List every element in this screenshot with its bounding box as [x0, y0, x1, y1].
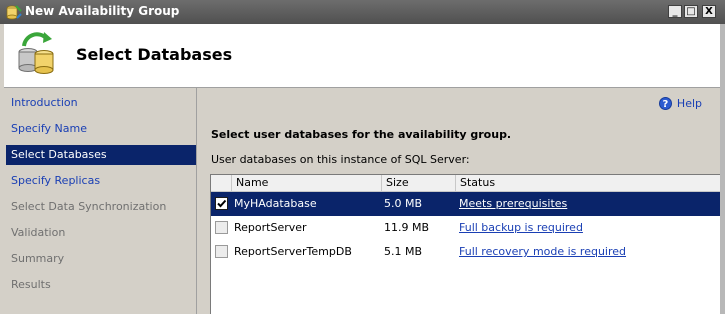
nav-item-introduction[interactable]: Introduction — [6, 93, 196, 113]
database-checkbox[interactable] — [215, 197, 228, 210]
database-status-link[interactable]: Full backup is required — [459, 216, 583, 240]
main-panel: ? Help Select user databases for the ava… — [198, 88, 724, 314]
database-size: 5.0 MB — [384, 197, 423, 210]
database-sync-icon — [18, 32, 54, 74]
column-header-status[interactable]: Status — [455, 175, 723, 191]
page-header: Select Databases — [4, 24, 720, 88]
close-button[interactable]: X — [702, 5, 716, 18]
instruction-text: Select user databases for the availabili… — [211, 128, 512, 141]
help-label: Help — [676, 96, 702, 110]
nav-item-results: Results — [11, 278, 51, 291]
database-name: ReportServerTempDB — [234, 245, 352, 258]
nav-item-specify-name[interactable]: Specify Name — [6, 119, 196, 139]
nav-item-specify-replicas[interactable]: Specify Replicas — [6, 171, 196, 191]
database-size: 5.1 MB — [384, 245, 423, 258]
help-icon: ? — [658, 96, 672, 110]
maximize-button[interactable]: □ — [684, 5, 698, 18]
table-header: Name Size Status — [211, 175, 723, 192]
databases-label: User databases on this instance of SQL S… — [211, 153, 470, 166]
database-status-link[interactable]: Meets prerequisites — [459, 192, 567, 216]
database-wizard-icon — [6, 5, 22, 20]
database-size: 11.9 MB — [384, 221, 430, 234]
database-status-link[interactable]: Full recovery mode is required — [459, 240, 626, 264]
nav-item-select-data-synchronization: Select Data Synchronization — [11, 200, 167, 213]
nav-item-validation: Validation — [11, 226, 66, 239]
wizard-window: New Availability Group _ □ X Select Data… — [0, 0, 725, 314]
window-title: New Availability Group — [25, 4, 180, 18]
nav-item-select-databases[interactable]: Select Databases — [6, 145, 196, 165]
column-header-name[interactable]: Name — [231, 175, 381, 191]
minimize-button[interactable]: _ — [668, 5, 682, 18]
database-checkbox[interactable] — [215, 221, 228, 234]
table-row[interactable]: ReportServerTempDB 5.1 MB Full recovery … — [211, 240, 723, 264]
title-bar[interactable]: New Availability Group _ □ X — [0, 0, 725, 24]
table-row[interactable]: ReportServer 11.9 MB Full backup is requ… — [211, 216, 723, 240]
databases-table: Name Size Status MyHAdatabase 5.0 MB Mee… — [210, 174, 724, 314]
table-row[interactable]: MyHAdatabase 5.0 MB Meets prerequisites — [211, 192, 723, 216]
page-title: Select Databases — [76, 45, 233, 64]
database-name: MyHAdatabase — [234, 197, 317, 210]
nav-item-summary: Summary — [11, 252, 65, 265]
window-border — [720, 24, 725, 314]
column-header-size[interactable]: Size — [381, 175, 455, 191]
wizard-nav: Introduction Specify Name Select Databas… — [4, 88, 197, 314]
help-link[interactable]: ? Help — [658, 95, 702, 111]
checkmark-icon — [217, 199, 227, 208]
database-name: ReportServer — [234, 221, 307, 234]
database-checkbox[interactable] — [215, 245, 228, 258]
